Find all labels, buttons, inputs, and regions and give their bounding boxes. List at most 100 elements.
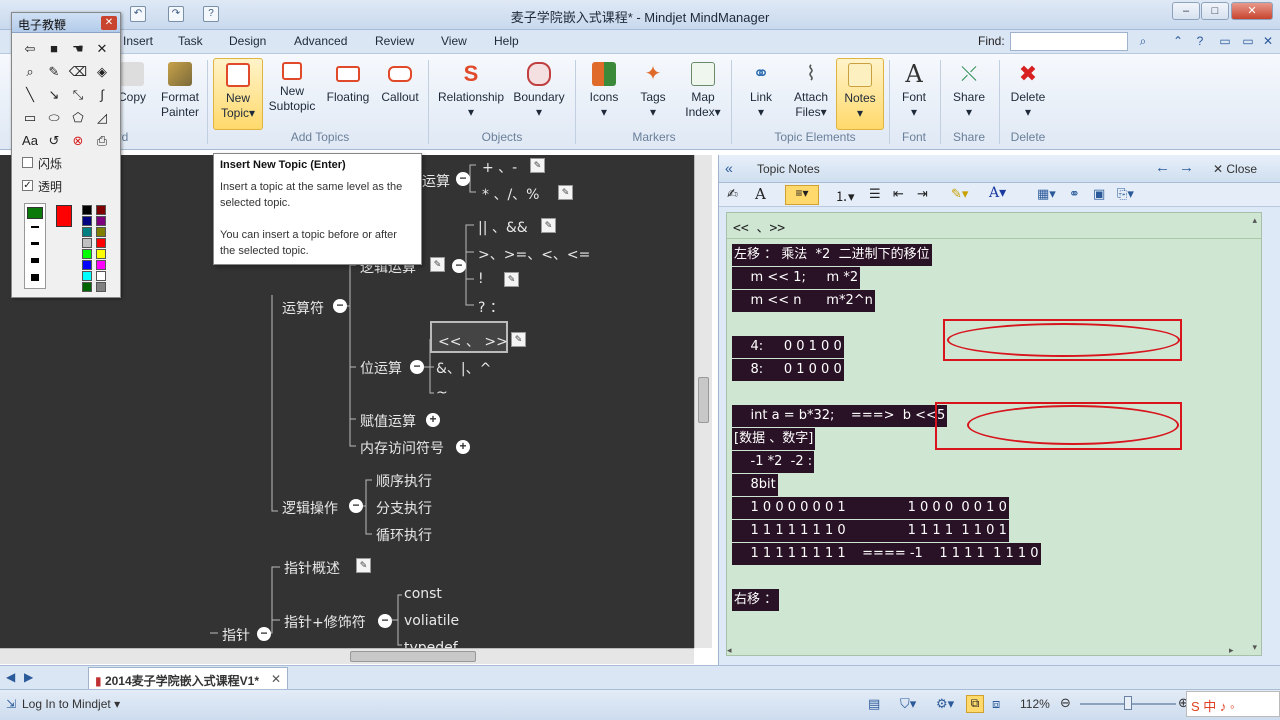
text-icon[interactable]: Aa (20, 131, 40, 151)
node-assign[interactable]: 赋值运算 (360, 411, 416, 431)
node-volatile[interactable]: voliatile (404, 613, 459, 629)
color-swatch[interactable] (96, 271, 106, 281)
scroll-thumb[interactable] (698, 377, 709, 423)
polygon-icon[interactable]: ⬠ (68, 108, 88, 128)
node-ternary[interactable]: ? ： (478, 297, 504, 317)
arrow-left-icon[interactable]: ← (1155, 159, 1170, 176)
palette-close-button[interactable]: ✕ (101, 16, 117, 30)
node-operators[interactable]: 运算符 (282, 298, 324, 318)
note-icon[interactable]: ✎ (511, 332, 526, 347)
color-swatch[interactable] (96, 282, 106, 292)
align-left-icon[interactable]: ≡▾ (785, 185, 819, 205)
exit-icon[interactable]: ⇦ (20, 39, 40, 59)
highlight-icon[interactable]: ✎▾ (951, 186, 968, 202)
relationship-button[interactable]: S Relationship ▾ (436, 58, 506, 128)
node-pointer-modifier[interactable]: 指针+修饰符 (284, 612, 366, 632)
maximize-button[interactable]: □ (1201, 2, 1229, 20)
note-icon[interactable]: ✎ (504, 272, 519, 287)
tab-document[interactable]: ▮ 2014麦子学院嵌入式课程V1* ✕ (88, 667, 288, 689)
curve-icon[interactable]: ∫ (92, 85, 112, 105)
collapse-button[interactable]: − (452, 259, 466, 273)
collapse-ribbon-icon[interactable]: ⌃ (1170, 34, 1186, 50)
expand-button[interactable]: + (426, 413, 440, 427)
ime-toolbar[interactable]: S 中 ♪ ◦ (1186, 691, 1280, 717)
magnifier-icon[interactable]: ⌕ (20, 62, 40, 82)
close-doc-icon[interactable]: ✕ (1260, 34, 1276, 50)
share-button[interactable]: ⤬ Share ▾ (944, 58, 994, 128)
icons-button[interactable]: Icons ▾ (580, 58, 628, 128)
node-mul-div-mod[interactable]: * 、/、% (482, 184, 539, 204)
minimize-button[interactable]: – (1172, 2, 1200, 20)
filter-icon[interactable]: ⛉▾ (900, 696, 916, 712)
node-bit-not[interactable]: ~ (436, 385, 448, 401)
tab-prev-icon[interactable]: ◀ (6, 670, 15, 684)
tab-next-icon[interactable]: ▶ (24, 670, 33, 684)
node-logic-control[interactable]: 逻辑操作 (282, 498, 338, 518)
map-horizontal-scrollbar[interactable] (0, 648, 694, 664)
note-icon[interactable]: ✎ (530, 158, 545, 173)
restore-doc-icon[interactable]: ▭ (1240, 34, 1256, 50)
collapse-button[interactable]: − (349, 499, 363, 513)
collapse-button[interactable]: − (257, 627, 271, 641)
menu-help[interactable]: Help (494, 34, 519, 48)
color-swatch[interactable] (96, 260, 106, 270)
menu-task[interactable]: Task (178, 34, 203, 48)
color-swatch[interactable] (82, 260, 92, 270)
table-icon[interactable]: ▦▾ (1037, 186, 1056, 202)
eraser-icon[interactable]: ⌫ (68, 62, 88, 82)
view-icon[interactable]: ▤ (868, 696, 880, 712)
pen-width-list[interactable] (24, 203, 46, 289)
transparent-checkbox[interactable]: ✓ (22, 180, 33, 191)
color-swatch[interactable] (82, 238, 92, 248)
delete-button[interactable]: ✖ Delete ▾ (1003, 58, 1053, 128)
arrow-icon[interactable]: ↘ (44, 85, 64, 105)
node-mem-access[interactable]: 内存访问符号 (360, 438, 444, 458)
boundary-button[interactable]: Boundary ▾ (510, 58, 568, 128)
line-icon[interactable]: ╲ (20, 85, 40, 105)
format-painter-icon[interactable]: ✍ (727, 186, 738, 202)
options-icon[interactable]: ⎘▾ (1117, 186, 1134, 202)
note-icon[interactable]: ✎ (430, 257, 445, 272)
ellipse-icon[interactable]: ⬭ (44, 108, 64, 128)
map-index-button[interactable]: Map Index▾ (678, 58, 728, 128)
notes-close-button[interactable]: ✕ Close (1213, 162, 1257, 176)
node-logic-or-and[interactable]: || 、&& (478, 217, 528, 237)
node-bitwise[interactable]: 位运算 (360, 358, 402, 378)
fit-map-icon[interactable]: ⧉ (966, 695, 984, 713)
node-plus-minus[interactable]: + 、- (482, 157, 517, 177)
tags-button[interactable]: ✦ Tags ▾ (630, 58, 676, 128)
tab-close-icon[interactable]: ✕ (271, 672, 281, 686)
node-compare-ops[interactable]: >、>=、<、<= (478, 244, 590, 264)
attach-files-button[interactable]: ⌇ Attach Files▾ (787, 58, 835, 128)
collapse-button[interactable]: − (333, 299, 347, 313)
hand-icon[interactable]: ☚ (68, 39, 88, 59)
arrow-right-icon[interactable]: → (1179, 159, 1194, 176)
color-swatch[interactable] (96, 238, 106, 248)
node-pointer-overview[interactable]: 指针概述 (284, 558, 340, 578)
color-swatch[interactable] (82, 227, 92, 237)
menu-advanced[interactable]: Advanced (294, 34, 347, 48)
double-arrow-icon[interactable]: ⤡ (68, 85, 88, 105)
node-arith-partial[interactable]: 运算 (422, 171, 450, 191)
bullet-list-icon[interactable]: ☰ (869, 186, 881, 202)
numbered-list-icon[interactable]: ⒈▾ (835, 186, 855, 205)
map-vertical-scrollbar[interactable] (694, 155, 712, 648)
width-option[interactable] (31, 226, 39, 228)
undo-icon[interactable]: ↺ (44, 131, 64, 151)
font-button[interactable]: A Font ▾ (892, 58, 936, 128)
square-icon[interactable]: ■ (44, 39, 64, 59)
width-option[interactable] (31, 274, 39, 281)
new-topic-button[interactable]: New Topic▾ (213, 58, 263, 130)
color-swatch[interactable] (82, 205, 92, 215)
flash-checkbox[interactable] (22, 157, 33, 168)
color-swatch[interactable] (82, 216, 92, 226)
font-icon[interactable]: A (755, 185, 766, 203)
color-swatch[interactable] (82, 282, 92, 292)
find-input[interactable] (1010, 32, 1128, 51)
link-icon[interactable]: ⚭ (1069, 186, 1080, 202)
login-link[interactable]: Log In to Mindjet ▾ (22, 697, 120, 711)
menu-insert[interactable]: Insert (123, 34, 153, 48)
callout-button[interactable]: Callout (374, 58, 426, 128)
color-swatch[interactable] (82, 249, 92, 259)
zoom-out-icon[interactable]: ⊖ (1060, 695, 1071, 711)
